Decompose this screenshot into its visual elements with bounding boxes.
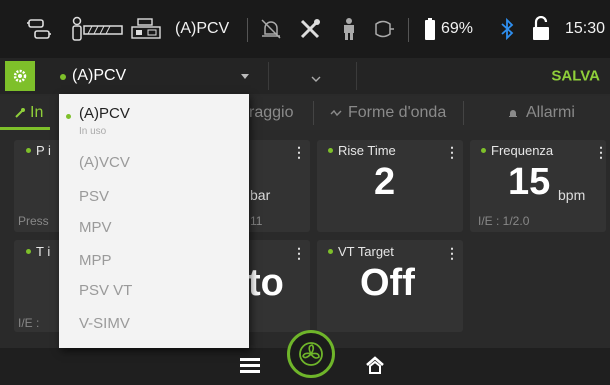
card-menu-icon[interactable]: ⋮ — [445, 144, 459, 161]
mode-select-label[interactable]: (A)PCV — [72, 67, 126, 85]
dropdown-item-v-simv[interactable]: V-SIMV — [79, 315, 130, 332]
tab-settings[interactable]: In — [14, 96, 43, 130]
card-value: Off — [360, 262, 415, 304]
tab-label: In — [30, 104, 44, 121]
card-title: Frequenza — [491, 143, 554, 158]
tools-icon[interactable] — [297, 16, 323, 42]
card-title: P i — [36, 143, 51, 158]
active-tab-indicator — [0, 127, 50, 130]
card-indicator-dot — [26, 249, 31, 254]
mode-bar-separator — [268, 62, 269, 90]
status-separator — [408, 18, 409, 42]
tab-monitoring[interactable]: raggio — [249, 96, 293, 130]
status-separator — [247, 18, 248, 42]
clock: 15:30 — [565, 20, 606, 37]
card-footer: 11 — [250, 214, 263, 228]
bell-icon — [509, 110, 517, 117]
chevron-down-icon[interactable] — [311, 70, 321, 88]
card-menu-icon[interactable]: ⋮ — [594, 144, 608, 161]
bluetooth-icon — [494, 16, 520, 42]
dropdown-item-status: In uso — [79, 126, 107, 137]
card-value: to — [248, 262, 284, 304]
ventilator-icon — [128, 16, 166, 42]
ventilation-button[interactable] — [287, 330, 335, 378]
person-icon — [336, 16, 362, 42]
dropdown-item-mpp[interactable]: MPP — [79, 252, 112, 269]
tab-waveforms[interactable]: Forme d'onda — [330, 96, 446, 130]
card-title: VT Target — [338, 244, 394, 259]
tab-alarms[interactable]: Allarmi — [508, 96, 575, 130]
fan-icon — [299, 342, 323, 366]
menu-icon[interactable] — [240, 356, 260, 379]
card-footer: Press — [18, 214, 49, 228]
mode-bar-separator — [356, 62, 357, 90]
mode-indicator-dot — [60, 74, 66, 80]
card-title: Rise Time — [338, 143, 396, 158]
bag-icon — [370, 16, 396, 42]
card-unit: bpm — [558, 187, 586, 203]
chevron-down-icon[interactable] — [241, 74, 249, 79]
card-value: 15 — [508, 161, 551, 203]
gear-icon — [13, 69, 27, 83]
tab-label: raggio — [249, 104, 294, 121]
wave-icon — [330, 109, 342, 117]
home-icon[interactable] — [365, 355, 385, 380]
mode-dropdown: (A)PCV In uso (A)VCV PSV MPV MPP PSV VT … — [59, 94, 249, 348]
card-indicator-dot — [26, 148, 31, 153]
card-menu-icon[interactable]: ⋮ — [292, 245, 306, 262]
card-indicator-dot — [328, 148, 333, 153]
dropdown-item-apcv[interactable]: (A)PCV — [79, 105, 130, 122]
battery-percent: 69% — [441, 20, 474, 37]
tab-separator — [313, 101, 314, 125]
battery-icon — [422, 16, 438, 42]
alarm-off-icon — [258, 16, 284, 42]
card-menu-icon[interactable]: ⋮ — [292, 144, 306, 161]
card-indicator-dot — [328, 249, 333, 254]
tab-separator — [463, 101, 464, 125]
card-value: 2 — [374, 161, 396, 203]
status-mode-text: (A)PCV — [175, 20, 230, 37]
dropdown-item-mpv[interactable]: MPV — [79, 219, 112, 236]
selected-indicator-dot — [66, 114, 71, 119]
dropdown-item-avcv[interactable]: (A)VCV — [79, 154, 130, 171]
tab-label: Forme d'onda — [348, 104, 447, 121]
card-unit: bar — [250, 187, 271, 203]
card-footer: I/E : 1/2.0 — [478, 214, 530, 228]
dropdown-item-psv[interactable]: PSV — [79, 188, 109, 205]
tab-label: Allarmi — [526, 104, 575, 121]
save-button[interactable]: SALVA — [551, 68, 600, 85]
lung-connection-icon — [26, 16, 52, 42]
card-footer: I/E : — [18, 316, 40, 330]
tube-icon — [82, 16, 124, 42]
card-menu-icon[interactable]: ⋮ — [445, 245, 459, 262]
settings-button[interactable] — [5, 61, 35, 91]
wrench-icon — [15, 108, 25, 118]
card-indicator-dot — [481, 148, 486, 153]
card-title: T i — [36, 244, 51, 259]
dropdown-item-psv-vt[interactable]: PSV VT — [79, 282, 132, 299]
unlocked-icon[interactable] — [528, 16, 554, 42]
